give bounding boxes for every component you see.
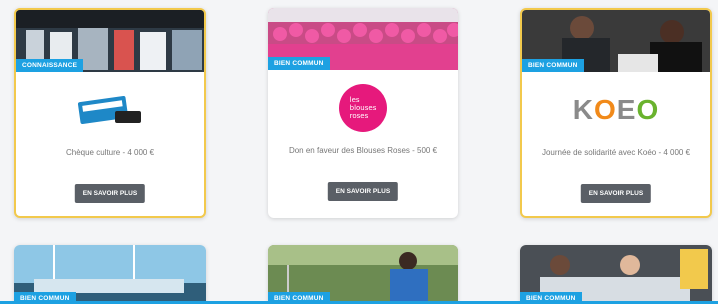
card-title: Journée de solidarité avec Koéo - 4 000 … bbox=[541, 148, 691, 157]
project-card-sailing[interactable]: BIEN COMMUN bbox=[14, 245, 206, 304]
card-photo-workshop: BIEN COMMUN bbox=[522, 10, 710, 72]
card-photo-outdoor: BIEN COMMUN bbox=[268, 245, 458, 304]
blouses-roses-logo: les blouses roses bbox=[268, 82, 458, 134]
project-card-outdoor[interactable]: BIEN COMMUN bbox=[268, 245, 458, 304]
category-badge: BIEN COMMUN bbox=[522, 59, 584, 72]
card-photo-sailing: BIEN COMMUN bbox=[14, 245, 206, 304]
project-card-collection[interactable]: BIEN COMMUN bbox=[520, 245, 712, 304]
cheque-culture-icon bbox=[16, 84, 204, 136]
card-title: Don en faveur des Blouses Roses - 500 € bbox=[288, 146, 438, 155]
learn-more-button[interactable]: EN SAVOIR PLUS bbox=[327, 182, 399, 201]
card-photo-volunteers: BIEN COMMUN bbox=[268, 8, 458, 70]
project-grid: CONNAISSANCE Chèque culture - 4 000 € EN… bbox=[0, 0, 718, 304]
project-card-cheque-culture[interactable]: CONNAISSANCE Chèque culture - 4 000 € EN… bbox=[14, 8, 206, 218]
koeo-logo: KOEO bbox=[572, 94, 660, 125]
learn-more-button[interactable]: EN SAVOIR PLUS bbox=[580, 184, 652, 203]
blouses-roses-logo-text: les blouses roses bbox=[349, 96, 377, 120]
project-card-koeo[interactable]: BIEN COMMUN KOEO Journée de solidarité a… bbox=[520, 8, 712, 218]
learn-more-button[interactable]: EN SAVOIR PLUS bbox=[74, 184, 146, 203]
card-title: Chèque culture - 4 000 € bbox=[65, 148, 155, 157]
category-badge: CONNAISSANCE bbox=[16, 59, 84, 72]
card-photo-store: CONNAISSANCE bbox=[16, 10, 204, 72]
project-card-blouses-roses[interactable]: BIEN COMMUN les blouses roses Don en fav… bbox=[268, 8, 458, 218]
category-badge: BIEN COMMUN bbox=[268, 57, 330, 70]
card-photo-collection: BIEN COMMUN bbox=[520, 245, 712, 304]
